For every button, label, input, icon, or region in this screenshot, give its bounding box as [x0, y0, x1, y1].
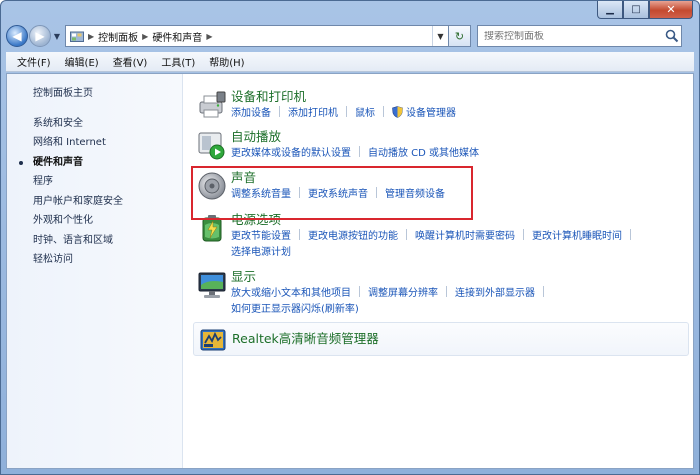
menu-help[interactable]: 帮助(H): [202, 52, 251, 71]
menu-view[interactable]: 查看(V): [106, 52, 155, 71]
content-area: 控制面板主页 系统和安全 网络和 Internet 硬件和声音 程序 用户帐户和…: [6, 73, 694, 469]
uac-shield-icon: [392, 106, 403, 118]
search-input[interactable]: [484, 30, 663, 42]
power-options-links: 更改节能设置 更改电源按钮的功能 唤醒计算机时需要密码 更改计算机睡眠时间 选择电源计…: [231, 229, 691, 261]
address-dropdown[interactable]: ▼: [432, 26, 448, 46]
menu-tools[interactable]: 工具(T): [154, 52, 202, 71]
menu-bar: 文件(F) 编辑(E) 查看(V) 工具(T) 帮助(H): [6, 52, 694, 72]
control-panel-home-link[interactable]: 控制面板主页: [7, 84, 182, 104]
left-nav-clock-language[interactable]: 时钟、语言和区域: [7, 231, 182, 251]
breadcrumb-separator[interactable]: ▶: [88, 32, 94, 41]
printer-icon: [199, 91, 226, 118]
breadcrumb-control-panel[interactable]: 控制面板: [98, 29, 138, 44]
left-nav-pane: 控制面板主页 系统和安全 网络和 Internet 硬件和声音 程序 用户帐户和…: [7, 74, 183, 468]
close-button[interactable]: ✕: [649, 1, 693, 19]
category-realtek[interactable]: Realtek高清晰音频管理器: [193, 322, 689, 356]
mouse-link[interactable]: 鼠标: [355, 108, 375, 119]
display-links: 放大或缩小文本和其他项目 调整屏幕分辨率 连接到外部显示器 如何更正显示器闪烁(刷新…: [231, 286, 691, 318]
breadcrumb-separator[interactable]: ▶: [142, 32, 148, 41]
left-nav-network-internet[interactable]: 网络和 Internet: [7, 133, 182, 153]
left-nav-programs[interactable]: 程序: [7, 172, 182, 192]
autoplay-links: 更改媒体或设备的默认设置 自动播放 CD 或其他媒体: [231, 146, 691, 162]
breadcrumb-separator[interactable]: ▶: [206, 32, 212, 41]
menu-file[interactable]: 文件(F): [10, 52, 58, 71]
sound-highlight-box: [191, 166, 473, 220]
refresh-button[interactable]: ↻: [449, 25, 471, 47]
address-bar[interactable]: ▶ 控制面板 ▶ 硬件和声音 ▶ ▼: [65, 25, 449, 47]
navigation-bar: ◀ ▶ ▼ ▶ 控制面板 ▶ 硬件和声音 ▶ ▼ ↻: [6, 22, 694, 50]
back-button[interactable]: ◀: [6, 25, 28, 47]
zoom-text-link[interactable]: 放大或缩小文本和其他项目: [231, 288, 351, 299]
minimize-button[interactable]: ▁: [597, 1, 623, 19]
recent-pages-dropdown[interactable]: ▼: [51, 32, 63, 41]
search-box: [477, 25, 682, 47]
search-icon[interactable]: [663, 29, 681, 43]
connect-external-display-link[interactable]: 连接到外部显示器: [455, 288, 535, 299]
menu-edit[interactable]: 编辑(E): [58, 52, 106, 71]
require-password-wakeup-link[interactable]: 唤醒计算机时需要密码: [415, 231, 515, 242]
adjust-resolution-link[interactable]: 调整屏幕分辨率: [368, 288, 438, 299]
left-nav-user-accounts[interactable]: 用户帐户和家庭安全: [7, 192, 182, 212]
realtek-audio-icon: [200, 329, 226, 351]
breadcrumb-hardware-sound[interactable]: 硬件和声音: [152, 29, 202, 44]
caption-buttons: ▁ □ ✕: [597, 1, 693, 19]
autoplay-cd-link[interactable]: 自动播放 CD 或其他媒体: [368, 148, 479, 159]
devices-printers-title[interactable]: 设备和打印机: [231, 88, 306, 106]
control-panel-icon: [70, 31, 84, 42]
autoplay-icon: [198, 132, 225, 160]
device-manager-link[interactable]: 设备管理器: [406, 108, 456, 119]
display-title[interactable]: 显示: [231, 268, 256, 286]
change-media-defaults-link[interactable]: 更改媒体或设备的默认设置: [231, 148, 351, 159]
add-printer-link[interactable]: 添加打印机: [288, 108, 338, 119]
left-nav-hardware-sound[interactable]: 硬件和声音: [7, 153, 182, 173]
left-nav-appearance[interactable]: 外观和个性化: [7, 211, 182, 231]
devices-printers-links: 添加设备 添加打印机 鼠标 设备管理器: [231, 106, 691, 122]
change-power-button-link[interactable]: 更改电源按钮的功能: [308, 231, 398, 242]
maximize-button[interactable]: □: [623, 1, 649, 19]
main-pane: 设备和打印机 添加设备 添加打印机 鼠标 设备管理器 自动播放 更改媒体或设备的默认设…: [193, 74, 693, 468]
left-nav-ease-of-access[interactable]: 轻松访问: [7, 250, 182, 270]
add-device-link[interactable]: 添加设备: [231, 108, 271, 119]
realtek-audio-manager-title[interactable]: Realtek高清晰音频管理器: [232, 330, 379, 348]
change-sleep-time-link[interactable]: 更改计算机睡眠时间: [532, 231, 622, 242]
left-nav-system-security[interactable]: 系统和安全: [7, 114, 182, 134]
choose-power-plan-link[interactable]: 选择电源计划: [231, 247, 291, 258]
forward-button[interactable]: ▶: [29, 25, 51, 47]
fix-flicker-link[interactable]: 如何更正显示器闪烁(刷新率): [231, 304, 359, 315]
change-power-saving-link[interactable]: 更改节能设置: [231, 231, 291, 242]
monitor-icon: [198, 272, 226, 298]
autoplay-title[interactable]: 自动播放: [231, 128, 281, 146]
